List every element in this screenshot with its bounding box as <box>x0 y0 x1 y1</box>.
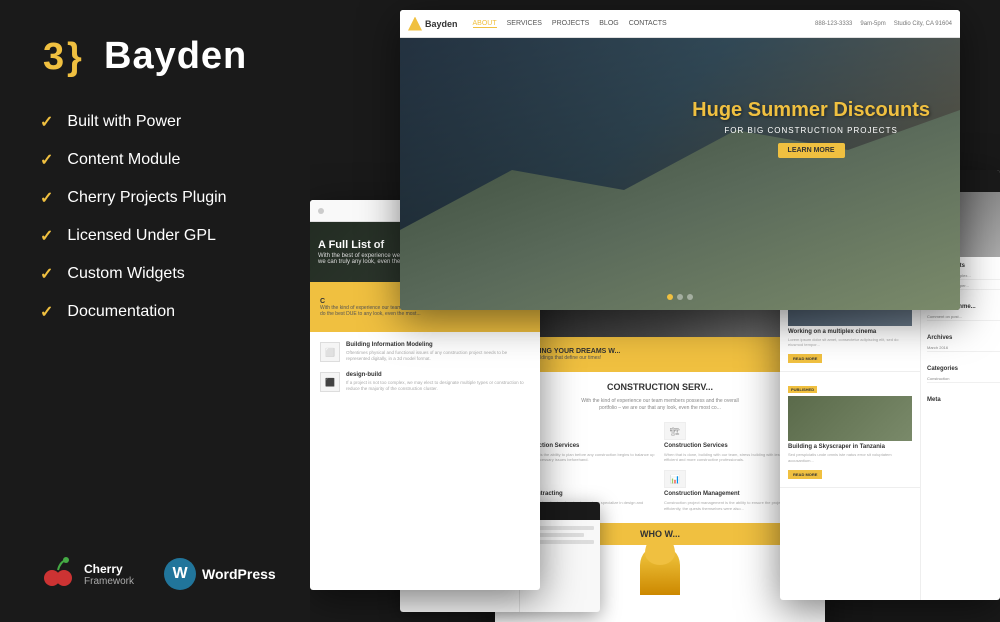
sc-nav-contacts: CONTACTS <box>629 20 667 28</box>
brand-logo-area: 3 } Bayden <box>40 30 280 82</box>
feature-text-2: Cherry Projects Plugin <box>67 189 226 207</box>
sc-service-item-1: ⬜ Building Information Modeling Oftentim… <box>320 342 530 362</box>
sc-mid-section-title: CONSTRUCTION SERV... <box>505 382 815 392</box>
brand-logo-icon: 3 } <box>40 30 92 82</box>
check-icon-5: ✓ <box>40 302 53 322</box>
sc-hero-section: Huge Summer Discounts FOR BIG CONSTRUCTI… <box>400 38 960 310</box>
sc-hero-cta-button: LEARN MORE <box>778 143 845 158</box>
sc-archives-section: Archives March 2016 <box>927 329 1000 352</box>
sc-hero-dots <box>667 294 693 300</box>
feature-item-3: ✓ Licensed Under GPL <box>40 226 280 246</box>
design-icon: ⬛ <box>325 378 335 387</box>
sc-dot-1 <box>677 294 683 300</box>
feature-text-4: Custom Widgets <box>67 265 184 283</box>
feature-text-5: Documentation <box>67 303 175 321</box>
sc-nav-right-info: 888-123-3333 9am-5pm Studio City, CA 916… <box>815 21 952 27</box>
feature-item-4: ✓ Custom Widgets <box>40 264 280 284</box>
sc-service-icon-1: ⬜ <box>320 342 340 362</box>
sc-mid-section-desc: With the kind of experience our team mem… <box>505 398 815 412</box>
sc-hero-title: Huge Summer Discounts <box>692 98 930 122</box>
wordpress-icon: W <box>164 558 196 590</box>
sc-nav-about: ABOUT <box>473 20 497 28</box>
sc-nav-blog: BLOG <box>599 20 618 28</box>
sc-service-name-2: design-build <box>346 372 530 378</box>
sc-worker-helmet <box>645 545 675 565</box>
sc-left-main-content: ⬜ Building Information Modeling Oftentim… <box>310 332 540 412</box>
brand-name: Bayden <box>104 35 247 78</box>
sc-dot-active <box>667 294 673 300</box>
feature-text-3: Licensed Under GPL <box>67 227 216 245</box>
cherry-label-bottom: Framework <box>84 576 134 587</box>
sc-dot-gray <box>318 208 324 214</box>
feature-text-1: Content Module <box>67 151 180 169</box>
sc-service-text-2: design-build If a project is not too com… <box>346 372 530 392</box>
feature-item-1: ✓ Content Module <box>40 150 280 170</box>
sc-hours: 9am-5pm <box>860 21 885 27</box>
sc-phone: 888-123-3333 <box>815 21 852 27</box>
sc-nav-logo: Bayden <box>408 17 458 31</box>
sc-right-post-title-2: Building a Skyscraper in Tanzania <box>788 444 912 450</box>
sc-categories-title: Categories <box>927 366 1000 372</box>
bottom-logos: Cherry Framework W WordPress <box>40 536 280 592</box>
sc-categories-section: Categories Construction <box>927 360 1000 383</box>
sc-address: Studio City, CA 91604 <box>894 21 952 27</box>
sc-meta-title: Meta <box>927 397 1000 403</box>
sc-service-item-2: ⬛ design-build If a project is not too c… <box>320 372 530 392</box>
sc-nav-logo-icon <box>408 17 422 31</box>
sc-right-read-more-btn-2: READ MORE <box>788 470 822 479</box>
sc-right-post-image-2 <box>788 396 912 441</box>
sc-service-desc-1: Oftentimes physical and functional issue… <box>346 350 530 362</box>
sc-archives-title: Archives <box>927 335 1000 341</box>
building-icon: ⬜ <box>325 348 335 357</box>
screenshot-hero: Bayden ABOUT SERVICES PROJECTS BLOG CONT… <box>400 10 960 310</box>
sc-nav-services: SERVICES <box>507 20 542 28</box>
sc-mid-yellow-bar: ENGINEERING YOUR DREAMS W... We construc… <box>495 337 825 372</box>
sc-right-post-title-1: Working on a multiplex cinema <box>788 329 912 335</box>
svg-text:3: 3 <box>43 36 64 78</box>
sc-right-post-text-2: Sed perspiciatis unde omnis iste natus e… <box>788 452 912 462</box>
feature-item-2: ✓ Cherry Projects Plugin <box>40 188 280 208</box>
sc-comment-item-1: Comment on post... <box>927 313 1000 321</box>
sc-dot-2 <box>687 294 693 300</box>
sc-right-post-tag-2: PUBLISHED <box>788 386 817 393</box>
sc-right-post-2: PUBLISHED Building a Skyscraper in Tanza… <box>780 372 920 487</box>
check-icon-0: ✓ <box>40 112 53 132</box>
sc-nav-links: ABOUT SERVICES PROJECTS BLOG CONTACTS <box>473 20 816 28</box>
svg-text:}: } <box>67 36 82 78</box>
check-icon-2: ✓ <box>40 188 53 208</box>
wordpress-label: WordPress <box>202 566 276 582</box>
sc-hero-subtitle: FOR BIG CONSTRUCTION PROJECTS <box>692 126 930 135</box>
construction-icon: 🏗 <box>664 422 686 440</box>
sc-hero-content: Huge Summer Discounts FOR BIG CONSTRUCTI… <box>692 98 930 158</box>
sc-service-name-1: Building Information Modeling <box>346 342 530 348</box>
check-icon-1: ✓ <box>40 150 53 170</box>
sc-mid-services-grid: ⚒ Pre-construction Services Our seasoned… <box>505 422 815 511</box>
sc-nav-logo-text: Bayden <box>425 19 458 29</box>
sc-worker-figure <box>640 545 680 595</box>
left-panel: 3 } Bayden ✓ Built with Power ✓ Content … <box>0 0 320 622</box>
features-list: ✓ Built with Power ✓ Content Module ✓ Ch… <box>40 112 280 322</box>
cherry-text: Cherry Framework <box>84 562 134 587</box>
sc-archive-item-1: March 2016 <box>927 344 1000 352</box>
sc-service-text-1: Building Information Modeling Oftentimes… <box>346 342 530 362</box>
sc-service-desc-2: If a project is not too complex, we may … <box>346 380 530 392</box>
feature-item: ✓ Built with Power <box>40 112 280 132</box>
feature-item-5: ✓ Documentation <box>40 302 280 322</box>
sc-meta-section: Meta <box>927 391 1000 403</box>
check-icon-4: ✓ <box>40 264 53 284</box>
wordpress-icon-letter: W <box>172 565 187 583</box>
screenshots-panel: Bayden ABOUT SERVICES PROJECTS BLOG CONT… <box>310 0 1000 622</box>
screenshot-nav: Bayden ABOUT SERVICES PROJECTS BLOG CONT… <box>400 10 960 38</box>
construction-mgmt-icon: 📊 <box>664 470 686 488</box>
cherry-framework-logo: Cherry Framework <box>40 556 134 592</box>
sc-right-post-text-1: Lorem ipsum dolor sit amet, consectetur … <box>788 337 912 347</box>
sc-category-item-1: Construction <box>927 375 1000 383</box>
sc-service-icon-2: ⬛ <box>320 372 340 392</box>
cherry-label-top: Cherry <box>84 562 134 576</box>
sc-right-read-more-btn-1: READ MORE <box>788 354 822 363</box>
feature-text-0: Built with Power <box>67 113 181 131</box>
sc-nav-projects: PROJECTS <box>552 20 589 28</box>
check-icon-3: ✓ <box>40 226 53 246</box>
wordpress-logo: W WordPress <box>164 558 276 590</box>
